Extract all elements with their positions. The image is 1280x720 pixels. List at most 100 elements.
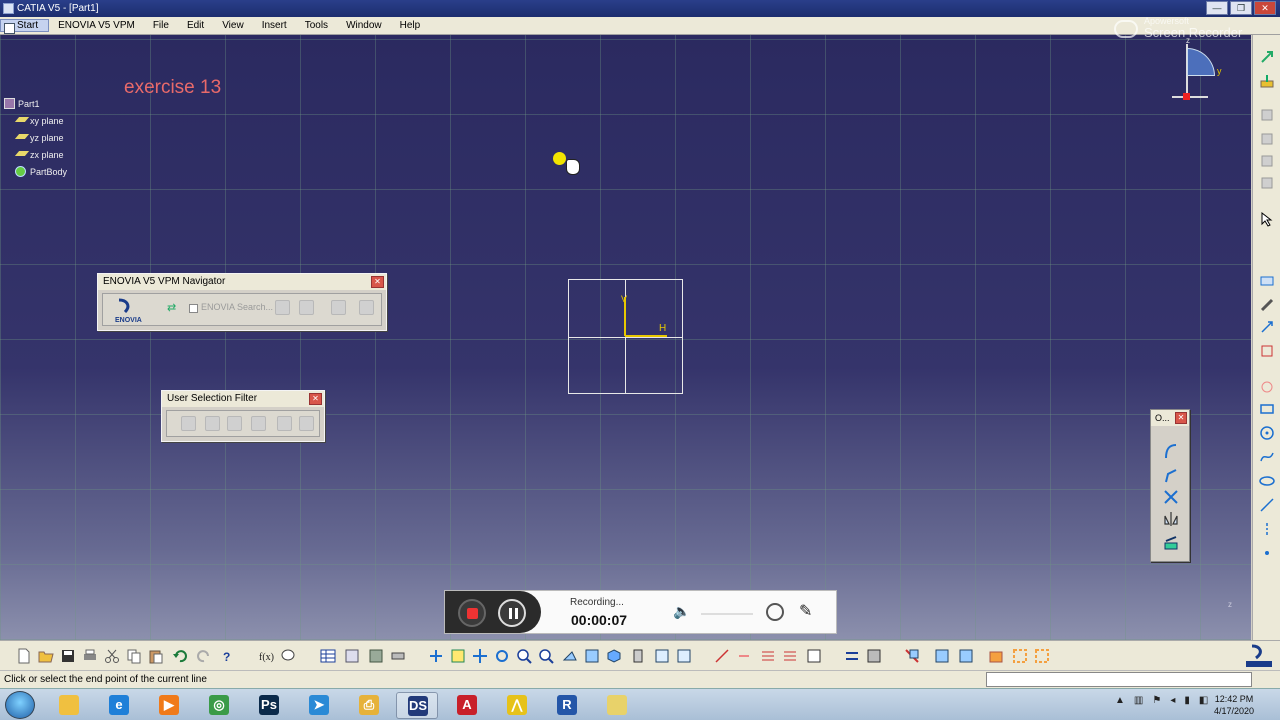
menu-edit[interactable]: Edit <box>178 20 213 31</box>
compass-icon[interactable]: y z <box>1170 36 1230 108</box>
network-icon[interactable]: ▥ <box>1134 695 1143 706</box>
swap-visible-icon[interactable] <box>676 648 692 664</box>
volume-filter-icon[interactable] <box>251 416 266 431</box>
pad-icon[interactable] <box>1259 297 1275 313</box>
taskbar-photoshop-button[interactable]: Ps <box>248 692 290 719</box>
open-folder-icon[interactable] <box>38 648 54 664</box>
menu-insert[interactable]: Insert <box>253 20 296 31</box>
speaker-icon[interactable]: 🔈 <box>673 603 691 621</box>
taskbar-clock[interactable]: 12:42 PM 4/17/2020 <box>1214 693 1254 717</box>
refresh-icon[interactable] <box>359 300 374 315</box>
cut-part-icon[interactable] <box>736 648 752 664</box>
project-3d-icon[interactable] <box>1162 534 1180 552</box>
profile-icon[interactable] <box>1259 273 1275 289</box>
mirror-icon[interactable] <box>1162 510 1180 528</box>
exit-workbench-icon[interactable] <box>1259 49 1275 65</box>
sketch-analysis-icon[interactable] <box>714 648 730 664</box>
curve-filter-icon[interactable] <box>205 416 220 431</box>
geometric-constraint-icon[interactable] <box>866 648 882 664</box>
redo-icon[interactable] <box>196 648 212 664</box>
multi-view-icon[interactable] <box>584 648 600 664</box>
print-icon[interactable] <box>82 648 98 664</box>
zoom-in-icon[interactable] <box>516 648 532 664</box>
catalog-icon[interactable] <box>368 648 384 664</box>
taskbar-archicad-button[interactable]: ⋀ <box>496 692 538 719</box>
panel-title[interactable]: User Selection Filter ✕ <box>162 391 324 407</box>
taskbar-media-player-button[interactable]: ▶ <box>148 692 190 719</box>
taskbar-internet-explorer-button[interactable]: e <box>98 692 140 719</box>
fly-mode-icon[interactable] <box>428 648 444 664</box>
rectangle-icon[interactable] <box>1259 401 1275 417</box>
select-arrow-icon[interactable] <box>1259 211 1275 227</box>
render-style-icon[interactable] <box>630 648 646 664</box>
spline-icon[interactable] <box>1259 449 1275 465</box>
floating-toolbar-title[interactable]: O... ✕ <box>1151 410 1189 426</box>
copy-icon[interactable] <box>126 648 142 664</box>
trim-icon[interactable] <box>1162 488 1180 506</box>
zoom-out-icon[interactable] <box>538 648 554 664</box>
ellipse-icon[interactable] <box>1259 473 1275 489</box>
menu-help[interactable]: Help <box>391 20 430 31</box>
table-icon[interactable] <box>299 300 314 315</box>
taskbar-acrobat-reader-button[interactable]: ⎙ <box>348 692 390 719</box>
corner-icon[interactable] <box>1162 442 1180 460</box>
taskbar-autocad-button[interactable]: A <box>446 692 488 719</box>
flag-icon[interactable]: ⚑ <box>1152 695 1161 706</box>
command-input[interactable] <box>986 672 1252 687</box>
chamfer-icon[interactable] <box>1162 466 1180 484</box>
iso-view-icon[interactable] <box>606 648 622 664</box>
snap-icon[interactable] <box>1259 153 1275 169</box>
apply-material-icon[interactable] <box>904 648 920 664</box>
enovia-link-icon[interactable]: ⇄ <box>167 301 183 315</box>
circle-icon[interactable] <box>1259 425 1275 441</box>
tree-node-xy-plane[interactable]: xy plane <box>4 114 67 131</box>
quick-select-icon[interactable] <box>299 416 314 431</box>
close-icon[interactable]: ✕ <box>309 393 322 405</box>
axis-icon[interactable] <box>1259 521 1275 537</box>
pattern-icon[interactable] <box>1012 648 1028 664</box>
pan-icon[interactable] <box>472 648 488 664</box>
battery-icon[interactable]: ▮ <box>1184 695 1190 706</box>
maximize-button[interactable]: ❐ <box>1230 1 1252 15</box>
surface-filter-icon[interactable] <box>227 416 242 431</box>
point-icon[interactable] <box>1259 545 1275 561</box>
pause-recording-button[interactable] <box>498 599 526 627</box>
volume-icon[interactable]: ◂ <box>1170 695 1175 706</box>
menu-tools[interactable]: Tools <box>296 20 337 31</box>
sync-icon[interactable] <box>331 300 346 315</box>
taskbar-revit-button[interactable]: R <box>546 692 588 719</box>
close-icon[interactable]: ✕ <box>1175 412 1187 424</box>
grid-toggle-icon[interactable] <box>760 648 776 664</box>
constraint-icon[interactable] <box>1259 319 1275 335</box>
menu-enovia[interactable]: ENOVIA V5 VPM <box>49 20 144 31</box>
menu-file[interactable]: File <box>144 20 178 31</box>
constraint-dimension-icon[interactable] <box>844 648 860 664</box>
tree-node-yz-plane[interactable]: yz plane <box>4 131 67 148</box>
feature-filter-icon[interactable] <box>277 416 292 431</box>
construction-element-icon[interactable] <box>806 648 822 664</box>
normal-view-icon[interactable] <box>562 648 578 664</box>
windows-start-button[interactable] <box>5 691 35 719</box>
transform-icon[interactable] <box>1034 648 1050 664</box>
formula-icon[interactable]: f(x) <box>258 648 274 664</box>
taskbar-folder-button[interactable] <box>596 692 638 719</box>
minimize-button[interactable]: — <box>1206 1 1228 15</box>
close-icon[interactable]: ✕ <box>371 276 384 288</box>
pen-icon[interactable]: ✎ <box>799 601 812 621</box>
panel-title[interactable]: ENOVIA V5 VPM Navigator ✕ <box>98 274 386 290</box>
webcam-icon[interactable] <box>766 603 784 621</box>
tree-node-zx-plane[interactable]: zx plane <box>4 148 67 165</box>
part-design-icon[interactable] <box>988 648 1004 664</box>
layer-icon[interactable] <box>958 648 974 664</box>
volume-slider[interactable] <box>701 613 753 615</box>
stop-recording-button[interactable] <box>458 599 486 627</box>
new-file-icon[interactable] <box>16 648 32 664</box>
animate-constraint-icon[interactable] <box>1259 379 1275 395</box>
whats-this-icon[interactable]: ? <box>220 648 236 664</box>
search-checkbox[interactable] <box>189 304 198 313</box>
sketch-viewport[interactable]: exercise 13 Part1 xy plane yz plane zx p… <box>0 35 1251 640</box>
sketch-tools-icon[interactable] <box>1259 107 1275 123</box>
tree-node-partbody[interactable]: PartBody <box>4 165 67 182</box>
hide-show-icon[interactable] <box>654 648 670 664</box>
point-filter-icon[interactable] <box>181 416 196 431</box>
